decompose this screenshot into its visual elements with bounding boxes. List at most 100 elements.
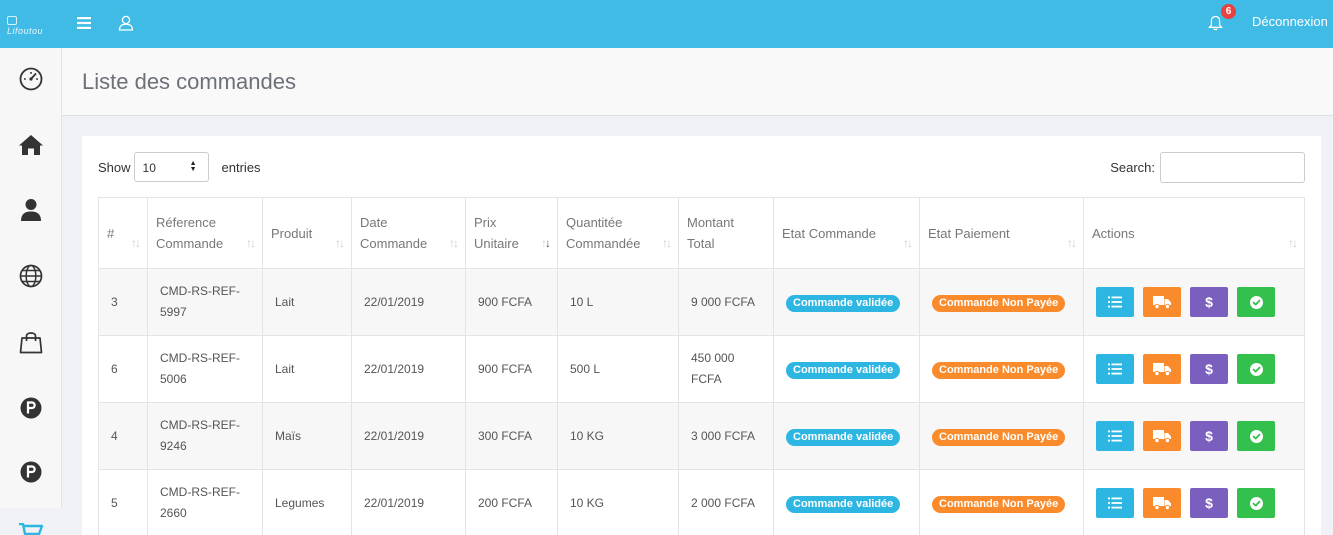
check-circle-icon [1249, 295, 1263, 309]
sidebar-item-orders[interactable] [0, 508, 62, 535]
payment-button[interactable]: $ [1190, 354, 1228, 384]
table-row: 4 CMD-RS-REF- 9246 Maïs 22/01/2019 300 FC… [98, 402, 1305, 470]
delivery-button[interactable] [1143, 354, 1181, 384]
details-button[interactable] [1096, 287, 1134, 317]
list-icon [1108, 363, 1122, 375]
logo-text: Lifoutou [7, 26, 44, 36]
list-icon [1108, 430, 1122, 442]
cell-reference: CMD-RS-REF- 5006 [147, 335, 263, 403]
cell-id: 6 [98, 335, 148, 403]
cell-reference: CMD-RS-REF- 2660 [147, 469, 263, 535]
page-title: Liste des commandes [82, 69, 296, 94]
sidebar-item-parking-2[interactable] [0, 450, 62, 494]
cell-actions: $ [1083, 402, 1305, 470]
shopping-bag-icon [19, 332, 43, 354]
column-header-date[interactable]: Date Commande ↑↓ [351, 197, 466, 269]
notification-count-badge: 6 [1221, 4, 1236, 19]
cell-actions: $ [1083, 268, 1305, 336]
entries-select[interactable]: 10 ▲ ▼ [133, 152, 209, 182]
column-header-reference[interactable]: Réference Commande ↑↓ [147, 197, 263, 269]
validate-button[interactable] [1237, 354, 1275, 384]
dashboard-gauge-icon [19, 67, 43, 91]
cart-icon [19, 523, 44, 535]
column-header-quantity[interactable]: Quantitée Commandée ↑↓ [557, 197, 679, 269]
top-navbar: Lifoutou 6 Déconnexion [0, 0, 1333, 48]
cell-quantity: 10 L [557, 268, 679, 336]
page-header: Liste des commandes [62, 48, 1333, 116]
cell-actions: $ [1083, 335, 1305, 403]
select-arrows-icon: ▲ ▼ [189, 160, 197, 173]
cell-payment-state: Commande Non Payée [919, 268, 1084, 336]
cell-total: 2 000 FCFA [678, 469, 774, 535]
sort-icon: ↑↓ [903, 236, 913, 250]
cell-quantity: 10 KG [557, 469, 679, 535]
cell-payment-state: Commande Non Payée [919, 335, 1084, 403]
search-label: Search: [1110, 160, 1155, 175]
table-body: 3 CMD-RS-REF- 5997 Lait 22/01/2019 900 FC… [98, 268, 1305, 535]
column-header-payment-state[interactable]: Etat Paiement ↑↓ [919, 197, 1084, 269]
cell-quantity: 10 KG [557, 402, 679, 470]
sidebar [0, 48, 62, 535]
payment-state-badge: Commande Non Payée [932, 495, 1066, 513]
check-circle-icon [1249, 496, 1263, 510]
details-button[interactable] [1096, 354, 1134, 384]
cell-id: 3 [98, 268, 148, 336]
payment-button[interactable]: $ [1190, 287, 1228, 317]
dollar-icon: $ [1205, 293, 1213, 310]
orders-card: Show 10 ▲ ▼ entries Search: # ↑↓ Réference… [82, 136, 1321, 535]
cell-date: 22/01/2019 [351, 469, 466, 535]
sidebar-item-world[interactable] [0, 254, 62, 298]
sidebar-item-users[interactable] [0, 188, 62, 232]
cell-total: 450 000 FCFA [678, 335, 774, 403]
cell-unit-price: 900 FCFA [465, 268, 558, 336]
column-header-total[interactable]: Montant Total [678, 197, 774, 269]
validate-button[interactable] [1237, 287, 1275, 317]
payment-button[interactable]: $ [1190, 488, 1228, 518]
cell-date: 22/01/2019 [351, 402, 466, 470]
parking-p-icon [20, 461, 42, 483]
home-icon [19, 135, 43, 155]
details-button[interactable] [1096, 488, 1134, 518]
delivery-button[interactable] [1143, 287, 1181, 317]
sidebar-item-home[interactable] [0, 123, 62, 167]
sidebar-item-parking-1[interactable] [0, 386, 62, 430]
column-header-product[interactable]: Produit ↑↓ [262, 197, 352, 269]
menu-toggle-icon[interactable] [73, 12, 95, 34]
payment-state-badge: Commande Non Payée [932, 294, 1066, 312]
details-button[interactable] [1096, 421, 1134, 451]
sort-icon: ↑↓ [131, 236, 141, 250]
search-input[interactable] [1160, 152, 1305, 183]
column-header-id[interactable]: # ↑↓ [98, 197, 148, 269]
cell-id: 5 [98, 469, 148, 535]
cell-actions: $ [1083, 469, 1305, 535]
list-icon [1108, 296, 1122, 308]
payment-state-badge: Commande Non Payée [932, 361, 1066, 379]
validate-button[interactable] [1237, 488, 1275, 518]
cell-payment-state: Commande Non Payée [919, 402, 1084, 470]
cell-product: Legumes [262, 469, 352, 535]
cell-order-state: Commande validée [773, 402, 920, 470]
dollar-icon: $ [1205, 427, 1213, 444]
column-header-unit-price[interactable]: Prix Unitaire ↑↓ [465, 197, 558, 269]
logout-link[interactable]: Déconnexion [1252, 14, 1328, 29]
app-logo[interactable]: Lifoutou [7, 16, 47, 36]
sort-icon: ↑↓ [246, 236, 256, 250]
order-state-badge: Commande validée [786, 428, 901, 446]
cell-order-state: Commande validée [773, 268, 920, 336]
validate-button[interactable] [1237, 421, 1275, 451]
sidebar-item-dashboard[interactable] [0, 57, 62, 101]
column-header-order-state[interactable]: Etat Commande ↑↓ [773, 197, 920, 269]
payment-button[interactable]: $ [1190, 421, 1228, 451]
sidebar-item-shop[interactable] [0, 320, 62, 364]
entries-label: entries [221, 159, 261, 175]
user-profile-icon[interactable] [115, 12, 137, 34]
table-row: 6 CMD-RS-REF- 5006 Lait 22/01/2019 900 FC… [98, 335, 1305, 403]
cell-date: 22/01/2019 [351, 268, 466, 336]
delivery-button[interactable] [1143, 488, 1181, 518]
sort-icon: ↑↓ [1067, 236, 1077, 250]
cell-unit-price: 200 FCFA [465, 469, 558, 535]
table-row: 3 CMD-RS-REF- 5997 Lait 22/01/2019 900 FC… [98, 268, 1305, 336]
delivery-button[interactable] [1143, 421, 1181, 451]
column-header-actions[interactable]: Actions ↑↓ [1083, 197, 1305, 269]
truck-icon [1153, 496, 1171, 510]
